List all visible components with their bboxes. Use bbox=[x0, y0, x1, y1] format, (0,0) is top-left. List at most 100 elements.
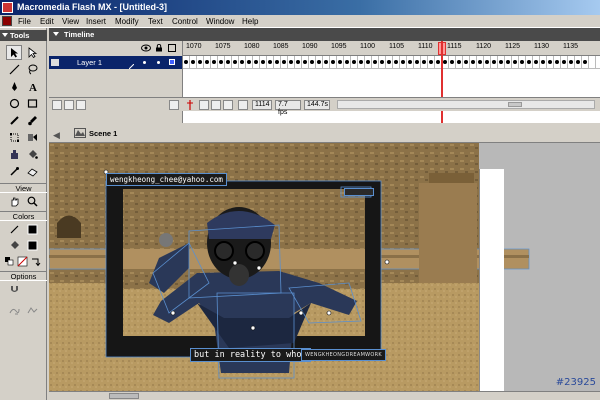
stroke-color-icon[interactable] bbox=[6, 222, 22, 237]
timeline-hscrollbar[interactable] bbox=[337, 100, 595, 109]
onion-skin-icon[interactable] bbox=[199, 100, 209, 110]
keyframe-dot[interactable] bbox=[464, 60, 468, 64]
stage-hscrollbar[interactable] bbox=[49, 391, 600, 400]
menu-control[interactable]: Control bbox=[172, 16, 198, 27]
keyframe-dot[interactable] bbox=[408, 60, 412, 64]
timeline-header[interactable]: Timeline bbox=[49, 28, 600, 41]
keyframe-dot[interactable] bbox=[541, 60, 545, 64]
keyframe-dot[interactable] bbox=[191, 60, 195, 64]
hand-tool[interactable] bbox=[6, 194, 22, 209]
free-transform-tool[interactable] bbox=[6, 130, 22, 145]
menu-modify[interactable]: Modify bbox=[115, 16, 139, 27]
keyframe-dot[interactable] bbox=[485, 60, 489, 64]
keyframe-dot[interactable] bbox=[212, 60, 216, 64]
stage-scroll-thumb[interactable] bbox=[109, 393, 139, 399]
timeline-scroll-thumb[interactable] bbox=[508, 102, 522, 107]
keyframe-dot[interactable] bbox=[226, 60, 230, 64]
tools-header[interactable]: Tools bbox=[0, 30, 47, 41]
keyframe-dot[interactable] bbox=[548, 60, 552, 64]
menu-view[interactable]: View bbox=[62, 16, 79, 27]
keyframe-dot[interactable] bbox=[576, 60, 580, 64]
keyframe-dot[interactable] bbox=[184, 60, 188, 64]
fill-transform-tool[interactable] bbox=[24, 130, 40, 145]
keyframe-dot[interactable] bbox=[254, 60, 258, 64]
menu-insert[interactable]: Insert bbox=[86, 16, 106, 27]
keyframe-dot[interactable] bbox=[240, 60, 244, 64]
back-arrow-icon[interactable]: ◀ bbox=[53, 130, 60, 141]
layer-1-frames[interactable] bbox=[183, 56, 600, 69]
keyframe-dot[interactable] bbox=[247, 60, 251, 64]
keyframe-dot[interactable] bbox=[268, 60, 272, 64]
outline-color-square[interactable] bbox=[169, 59, 175, 65]
no-color-icon[interactable] bbox=[16, 254, 29, 269]
brush-tool[interactable] bbox=[24, 113, 40, 128]
keyframe-dot[interactable] bbox=[583, 60, 587, 64]
keyframe-dot[interactable] bbox=[520, 60, 524, 64]
keyframe-dot[interactable] bbox=[331, 60, 335, 64]
keyframe-dot[interactable] bbox=[289, 60, 293, 64]
smooth-icon[interactable] bbox=[6, 303, 22, 318]
layer-row-1[interactable]: Layer 1 bbox=[49, 56, 182, 70]
trash-icon[interactable] bbox=[169, 100, 179, 110]
keyframe-dot[interactable] bbox=[506, 60, 510, 64]
keyframe-dot[interactable] bbox=[499, 60, 503, 64]
rectangle-tool[interactable] bbox=[24, 96, 40, 111]
keyframe-dot[interactable] bbox=[198, 60, 202, 64]
keyframe-dot[interactable] bbox=[380, 60, 384, 64]
keyframe-dot[interactable] bbox=[555, 60, 559, 64]
keyframe-dot[interactable] bbox=[205, 60, 209, 64]
fill-color-swatch[interactable] bbox=[24, 238, 40, 253]
keyframe-dot[interactable] bbox=[345, 60, 349, 64]
email-text[interactable]: wengkheong_chee@yahoo.com bbox=[106, 173, 227, 186]
stage-area[interactable]: wengkheong_chee@yahoo.com but in reality… bbox=[49, 143, 600, 391]
keyframe-dot[interactable] bbox=[457, 60, 461, 64]
zoom-tool[interactable] bbox=[24, 194, 40, 209]
center-frame-icon[interactable] bbox=[186, 100, 194, 110]
keyframe-dot[interactable] bbox=[527, 60, 531, 64]
keyframe-dot[interactable] bbox=[422, 60, 426, 64]
visible-dot[interactable] bbox=[143, 61, 146, 64]
keyframe-dot[interactable] bbox=[394, 60, 398, 64]
arrow-tool[interactable] bbox=[6, 45, 22, 60]
keyframe-dot[interactable] bbox=[492, 60, 496, 64]
menu-file[interactable]: File bbox=[18, 16, 31, 27]
menu-window[interactable]: Window bbox=[206, 16, 234, 27]
keyframe-dot[interactable] bbox=[401, 60, 405, 64]
lasso-tool[interactable] bbox=[24, 62, 40, 77]
straighten-icon[interactable] bbox=[24, 303, 40, 318]
keyframe-dot[interactable] bbox=[387, 60, 391, 64]
menu-help[interactable]: Help bbox=[242, 16, 258, 27]
paint-bucket-tool[interactable] bbox=[24, 147, 40, 162]
modify-onion-markers-icon[interactable] bbox=[238, 100, 248, 110]
keyframe-dot[interactable] bbox=[317, 60, 321, 64]
keyframe-dot[interactable] bbox=[310, 60, 314, 64]
keyframe-dot[interactable] bbox=[534, 60, 538, 64]
black-white-icon[interactable] bbox=[3, 254, 16, 269]
frame-ruler[interactable]: 1070 1075 1080 1085 1090 1095 1100 1105 … bbox=[183, 41, 600, 56]
keyframe-dot[interactable] bbox=[429, 60, 433, 64]
keyframe-dot[interactable] bbox=[436, 60, 440, 64]
subselect-tool[interactable] bbox=[24, 45, 40, 60]
menu-edit[interactable]: Edit bbox=[40, 16, 54, 27]
folder-button[interactable] bbox=[76, 100, 86, 110]
caption-text[interactable]: but in reality to whom bbox=[190, 348, 311, 362]
keyframe-dot[interactable] bbox=[478, 60, 482, 64]
keyframe-dot[interactable] bbox=[513, 60, 517, 64]
scene-label[interactable]: Scene 1 bbox=[89, 129, 117, 138]
keyframe-dot[interactable] bbox=[352, 60, 356, 64]
keyframe-dot[interactable] bbox=[282, 60, 286, 64]
fill-color-icon[interactable] bbox=[6, 238, 22, 253]
pen-tool[interactable] bbox=[6, 79, 22, 94]
keyframe-dot[interactable] bbox=[569, 60, 573, 64]
keyframe-dot[interactable] bbox=[324, 60, 328, 64]
menu-text[interactable]: Text bbox=[148, 16, 163, 27]
keyframe-dot[interactable] bbox=[366, 60, 370, 64]
edit-multiple-frames-icon[interactable] bbox=[223, 100, 233, 110]
eraser-tool[interactable] bbox=[24, 164, 40, 179]
document-icon[interactable] bbox=[2, 16, 12, 26]
brand-text[interactable]: WENGKHEONGDREAMWORK bbox=[301, 349, 387, 361]
keyframe-dot[interactable] bbox=[562, 60, 566, 64]
insert-layer-button[interactable] bbox=[52, 100, 62, 110]
snap-magnet-icon[interactable] bbox=[6, 282, 22, 297]
onion-outlines-icon[interactable] bbox=[211, 100, 221, 110]
